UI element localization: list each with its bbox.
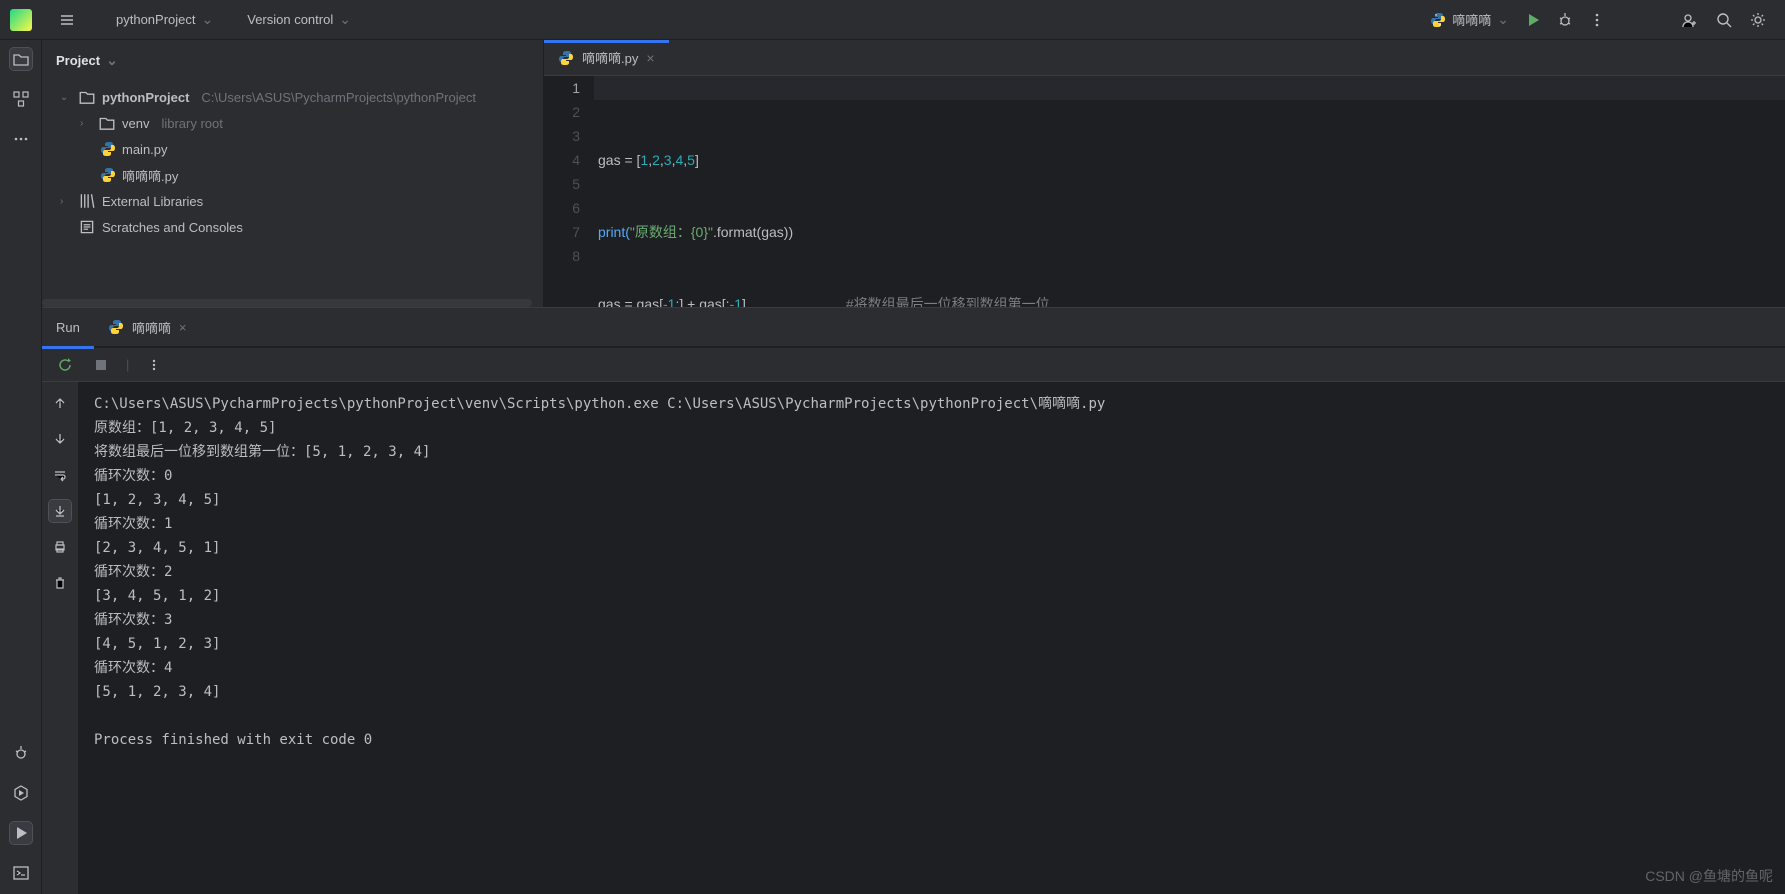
python-icon: [100, 141, 116, 157]
scratch-icon: [78, 218, 96, 236]
tree-row-file-dididi[interactable]: 嘀嘀嘀.py: [42, 162, 543, 188]
run-side-toolbar: [42, 382, 78, 894]
tree-label: 嘀嘀嘀.py: [122, 166, 178, 185]
tree-label: External Libraries: [102, 194, 203, 209]
code-editor[interactable]: 12345678 gas = [1,2,3,4,5] print("原数组：{0…: [544, 76, 1785, 307]
current-line-highlight: [594, 76, 1785, 100]
rerun-button[interactable]: [54, 354, 76, 376]
run-output[interactable]: C:\Users\ASUS\PycharmProjects\pythonProj…: [78, 382, 1785, 894]
stop-button[interactable]: [90, 354, 112, 376]
more-tools-button[interactable]: [10, 128, 32, 150]
pycharm-logo-icon: [10, 9, 32, 31]
print-button[interactable]: [49, 536, 71, 558]
main-menu-button[interactable]: [50, 7, 84, 33]
soft-wrap-button[interactable]: [49, 464, 71, 486]
watermark-text: CSDN @鱼塘的鱼呢: [1645, 866, 1773, 886]
run-tabs: Run 嘀嘀嘀 ×: [42, 308, 1785, 348]
python-icon: [558, 50, 574, 66]
run-tab-label: 嘀嘀嘀: [132, 318, 171, 337]
editor-area: 嘀嘀嘀.py × 12345678 gas = [1,2,3,4,5] prin…: [544, 40, 1785, 307]
run-button[interactable]: [1517, 8, 1549, 32]
editor-tab-label: 嘀嘀嘀.py: [582, 48, 638, 67]
project-selector[interactable]: pythonProject: [108, 7, 221, 32]
chevron-right-icon: ›: [80, 118, 92, 129]
project-tool-window: Project ⌄ pythonProject C:\Users\ASUS\Py…: [42, 40, 544, 307]
services-tool-button[interactable]: [10, 782, 32, 804]
vcs-label: Version control: [247, 12, 333, 27]
left-tool-rail: [0, 40, 42, 894]
editor-tabs: 嘀嘀嘀.py ×: [544, 40, 1785, 76]
run-config-selector[interactable]: 嘀嘀嘀: [1422, 6, 1517, 33]
structure-tool-button[interactable]: [10, 88, 32, 110]
tree-row-venv[interactable]: › venv library root: [42, 110, 543, 136]
project-tree: ⌄ pythonProject C:\Users\ASUS\PycharmPro…: [42, 80, 543, 244]
run-tab-run[interactable]: Run: [42, 307, 94, 347]
clear-button[interactable]: [49, 572, 71, 594]
tree-row-file-main[interactable]: main.py: [42, 136, 543, 162]
tree-row-scratches[interactable]: Scratches and Consoles: [42, 214, 543, 240]
settings-button[interactable]: [1741, 7, 1775, 33]
tree-row-project-root[interactable]: ⌄ pythonProject C:\Users\ASUS\PycharmPro…: [42, 84, 543, 110]
up-arrow-button[interactable]: [49, 392, 71, 414]
more-actions-button[interactable]: [1581, 8, 1613, 32]
top-toolbar: pythonProject Version control 嘀嘀嘀: [0, 0, 1785, 40]
project-name-label: pythonProject: [116, 12, 196, 27]
run-config-label: 嘀嘀嘀: [1452, 10, 1491, 29]
python-icon: [1430, 12, 1446, 28]
code-body[interactable]: gas = [1,2,3,4,5] print("原数组：{0}".format…: [594, 76, 1785, 307]
run-tab-script[interactable]: 嘀嘀嘀 ×: [94, 307, 201, 347]
search-everywhere-button[interactable]: [1707, 7, 1741, 33]
run-tool-button[interactable]: [10, 822, 32, 844]
tree-label: pythonProject: [102, 90, 189, 105]
library-icon: [78, 192, 96, 210]
run-tab-label: Run: [56, 320, 80, 335]
python-icon: [108, 319, 124, 335]
project-panel-title: Project: [56, 53, 100, 68]
tree-label: main.py: [122, 142, 168, 157]
run-tool-window: Run 嘀嘀嘀 × |: [42, 308, 1785, 894]
line-gutter: 12345678: [544, 76, 594, 307]
more-run-actions[interactable]: [143, 354, 165, 376]
terminal-tool-button[interactable]: [10, 862, 32, 884]
project-tool-button[interactable]: [10, 48, 32, 70]
editor-tab-dididi[interactable]: 嘀嘀嘀.py ×: [544, 40, 669, 76]
debug-tool-button[interactable]: [10, 742, 32, 764]
project-panel-header[interactable]: Project: [42, 40, 543, 80]
folder-icon: [98, 114, 116, 132]
scroll-to-end-button[interactable]: [49, 500, 71, 522]
code-with-me-button[interactable]: [1673, 7, 1707, 33]
tree-label: Scratches and Consoles: [102, 220, 243, 235]
tree-row-external-libraries[interactable]: › External Libraries: [42, 188, 543, 214]
scrollbar-thumb[interactable]: [42, 299, 532, 307]
debug-button[interactable]: [1549, 8, 1581, 32]
close-icon[interactable]: ×: [646, 50, 654, 66]
tree-label: venv: [122, 116, 149, 131]
tree-hint: library root: [161, 116, 222, 131]
down-arrow-button[interactable]: [49, 428, 71, 450]
vcs-menu[interactable]: Version control: [239, 7, 359, 32]
chevron-down-icon: ⌄: [60, 92, 72, 103]
tree-path-hint: C:\Users\ASUS\PycharmProjects\pythonProj…: [201, 90, 476, 105]
run-toolbar: |: [42, 348, 1785, 382]
python-icon: [100, 167, 116, 183]
close-icon[interactable]: ×: [179, 320, 187, 335]
chevron-right-icon: ›: [60, 196, 72, 207]
folder-icon: [78, 88, 96, 106]
